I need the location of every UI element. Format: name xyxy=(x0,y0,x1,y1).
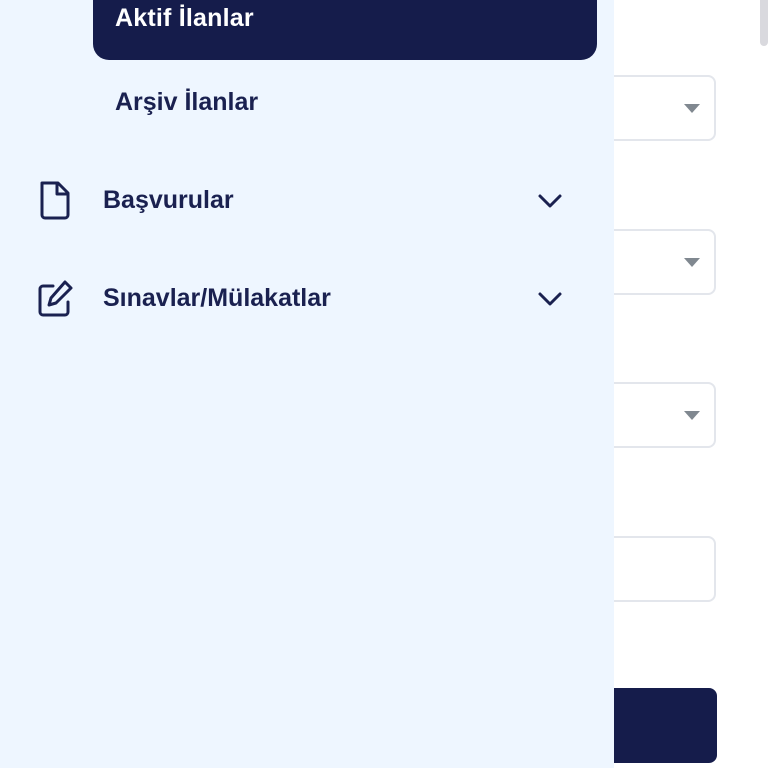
caret-down-icon xyxy=(684,258,700,267)
menu-group-label: Sınavlar/Mülakatlar xyxy=(103,284,331,312)
menu-group-sinavlar-mulakatlar[interactable]: Sınavlar/Mülakatlar xyxy=(0,268,614,328)
menu-item-label: Aktif İlanlar xyxy=(115,4,254,32)
chevron-down-icon[interactable] xyxy=(537,188,563,212)
caret-down-icon xyxy=(684,104,700,113)
menu-group-basvurular[interactable]: Başvurular xyxy=(0,170,614,230)
caret-down-icon xyxy=(684,411,700,420)
edit-icon xyxy=(38,280,73,317)
navigation-drawer: Aktif İlanlar Arşiv İlanlar Başvurular S… xyxy=(0,0,614,768)
menu-item-arsiv-ilanlar[interactable]: Arşiv İlanlar xyxy=(115,84,258,120)
chevron-down-icon[interactable] xyxy=(537,286,563,310)
menu-group-label: Başvurular xyxy=(103,186,234,214)
screen: Aktif İlanlar Arşiv İlanlar Başvurular S… xyxy=(0,0,768,768)
menu-item-aktif-ilanlar[interactable]: Aktif İlanlar xyxy=(93,0,597,60)
scrollbar[interactable] xyxy=(760,0,768,46)
document-icon xyxy=(40,181,70,220)
